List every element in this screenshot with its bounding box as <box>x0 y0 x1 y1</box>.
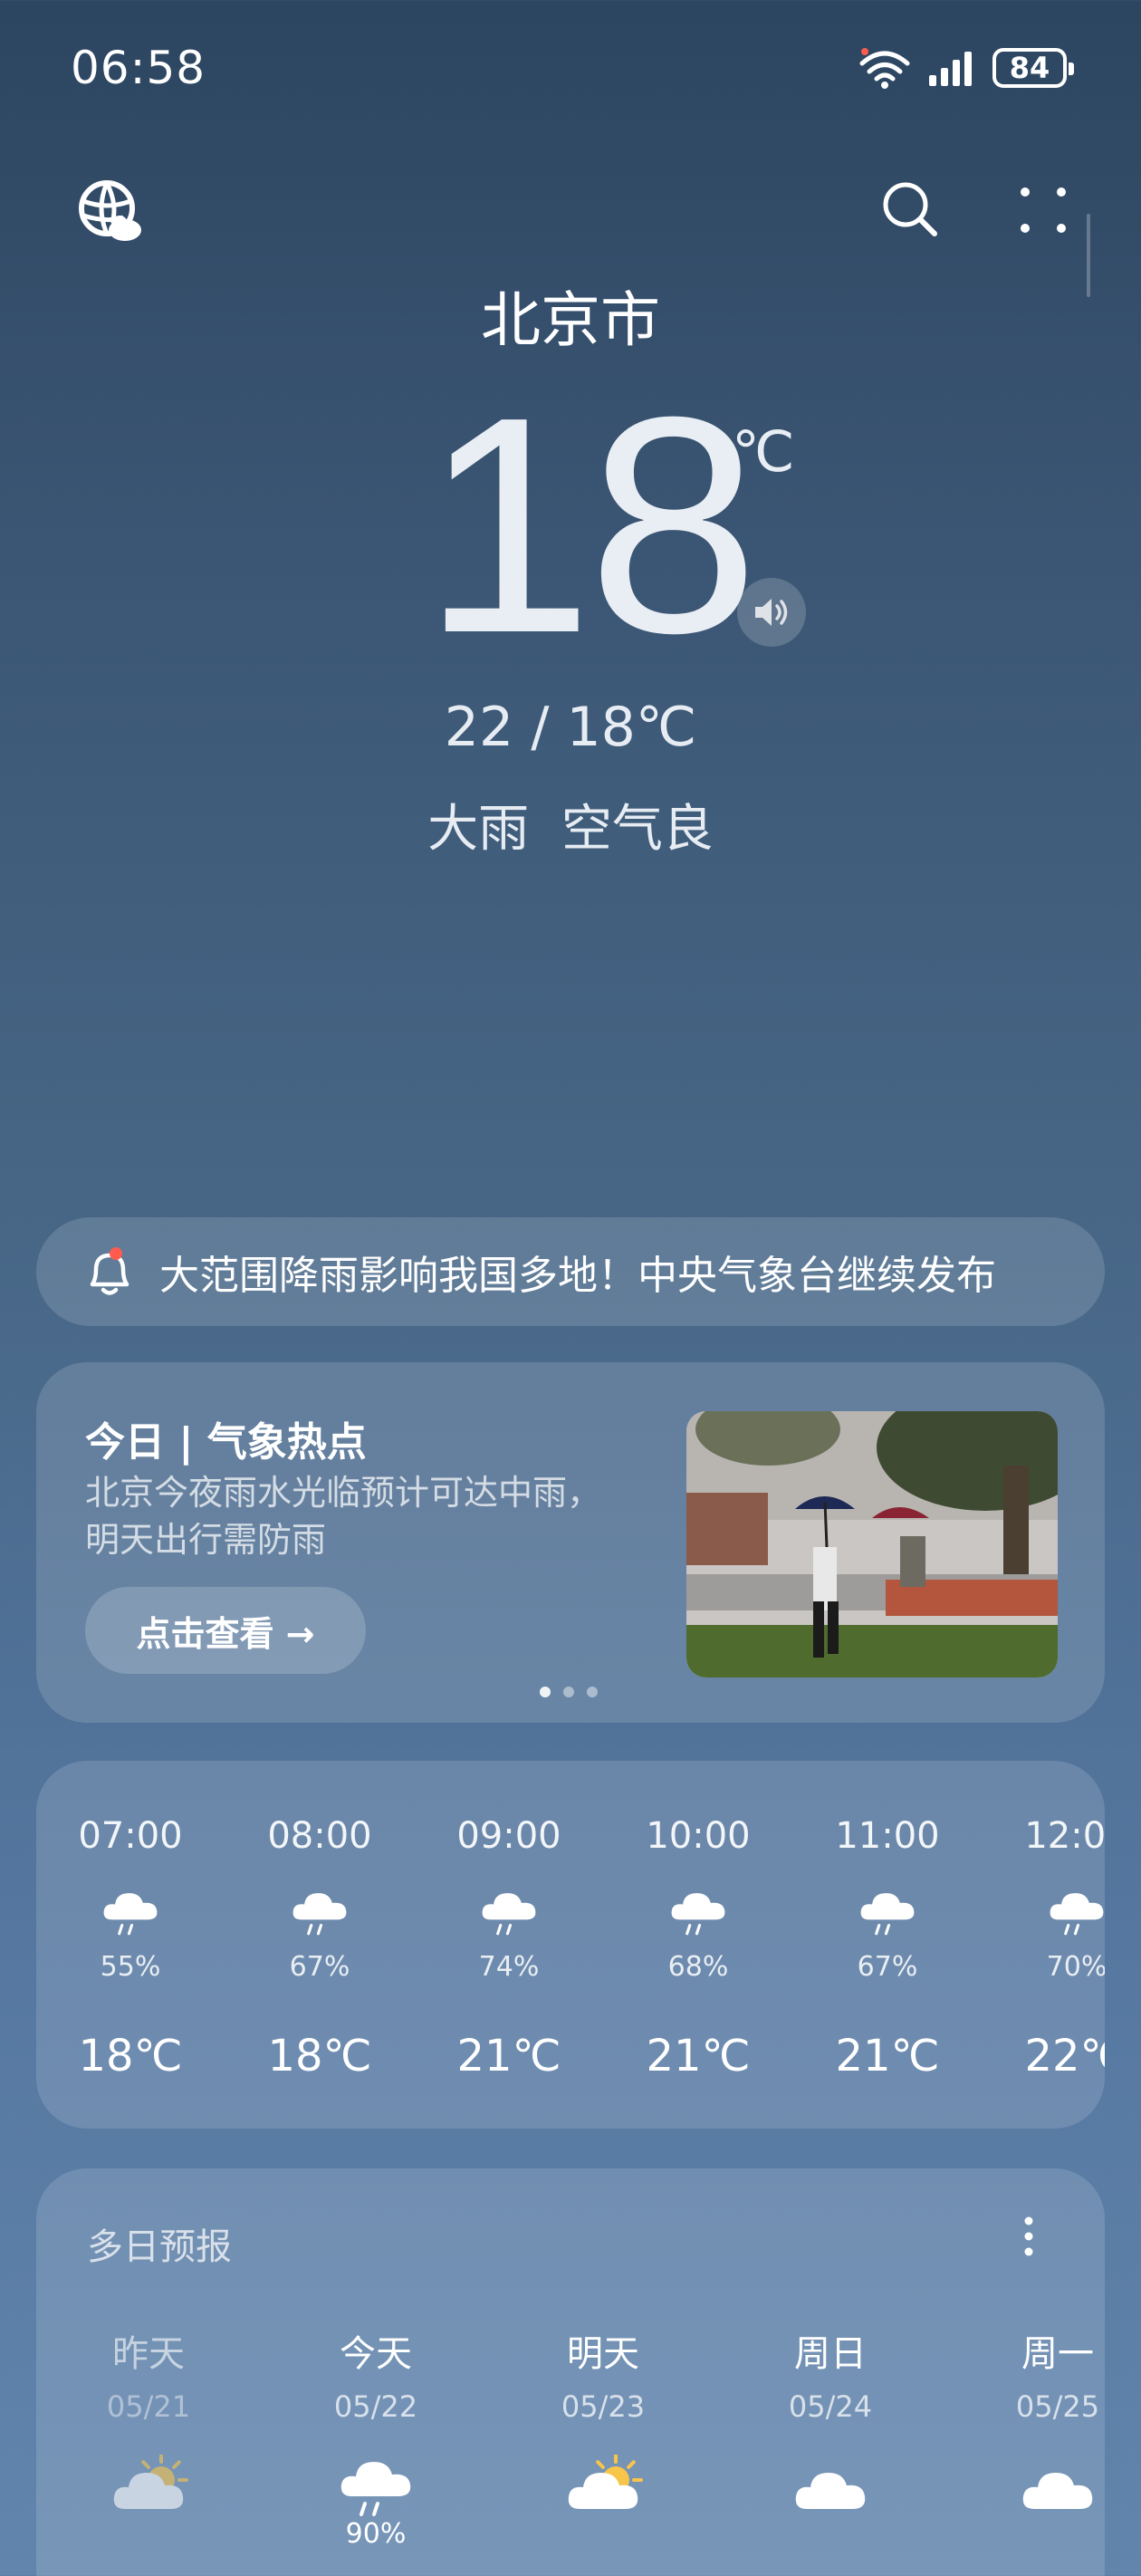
daily-forecast-card[interactable]: 多日预报 昨天 05/21 今天 05/22 90% 明天 05/23 周日 05/24 周一 05… <box>36 2168 1105 2576</box>
daily-item[interactable]: 明天 05/23 <box>513 2168 694 2576</box>
hour-time: 08:00 <box>267 1815 372 1857</box>
day-date: 05/21 <box>106 2389 191 2424</box>
hourly-item[interactable]: 09:00 74% 21℃ <box>427 1761 590 2129</box>
daily-item[interactable]: 周日 05/24 <box>740 2168 921 2576</box>
status-icons: 84 <box>857 47 1074 89</box>
hour-time: 09:00 <box>456 1815 561 1857</box>
temperature-unit: ℃ <box>732 418 795 485</box>
view-details-button[interactable]: 点击查看 → <box>85 1587 366 1674</box>
hour-temperature: 21℃ <box>456 2031 561 2081</box>
current-temperature: 18 <box>422 353 759 697</box>
hot-topic-title: 今日 | 气象热点 <box>85 1419 367 1466</box>
hour-temperature: 21℃ <box>646 2031 751 2081</box>
cloud-icon <box>795 2473 866 2509</box>
hourly-item[interactable]: 10:00 68% 21℃ <box>617 1761 780 2129</box>
rain-cloud-icon <box>340 2462 411 2516</box>
day-precipitation: 90% <box>345 2518 407 2550</box>
speaker-button[interactable] <box>737 578 806 647</box>
daily-item[interactable]: 今天 05/22 90% <box>285 2168 466 2576</box>
hour-precipitation: 70% <box>1046 1951 1105 1983</box>
hour-temperature: 18℃ <box>78 2031 183 2081</box>
hour-precipitation: 68% <box>667 1951 729 1983</box>
hour-temperature: 18℃ <box>267 2031 372 2081</box>
hourly-item[interactable]: 12:00 70% 22℃ <box>995 1761 1105 2129</box>
status-time: 06:58 <box>71 42 206 94</box>
day-name: 今天 <box>340 2333 412 2375</box>
rain-news-photo[interactable] <box>686 1411 1058 1677</box>
carousel-indicator <box>540 1687 598 1697</box>
day-name: 明天 <box>567 2333 639 2375</box>
signal-icon <box>929 52 972 86</box>
hour-time: 12:00 <box>1024 1815 1105 1857</box>
hour-precipitation: 67% <box>857 1951 918 1983</box>
daily-item[interactable]: 周一 05/25 <box>967 2168 1105 2576</box>
hourly-forecast-card[interactable]: 07:00 55% 18℃ 08:00 67% 18℃ 09:00 74% 21℃ 10:00 68… <box>36 1761 1105 2129</box>
hot-topic-description: 北京今夜雨水光临预计可达中雨，明天出行需防雨 <box>85 1473 602 1560</box>
rain-cloud-icon <box>103 1893 158 1936</box>
hour-temperature: 22℃ <box>1024 2031 1106 2081</box>
day-date: 05/23 <box>561 2389 646 2424</box>
wifi-icon <box>859 48 910 89</box>
hour-precipitation: 74% <box>478 1951 540 1983</box>
day-name: 昨天 <box>112 2333 185 2375</box>
air-quality[interactable]: 空气良 <box>561 800 714 859</box>
carousel-dot[interactable] <box>540 1687 551 1697</box>
partly-cloudy-icon <box>113 2455 188 2509</box>
carousel-dot[interactable] <box>587 1687 598 1697</box>
hot-topic-card[interactable]: 今日 | 气象热点 北京今夜雨水光临预计可达中雨，明天出行需防雨 点击查看 → <box>36 1362 1105 1723</box>
hour-time: 11:00 <box>835 1815 940 1857</box>
rain-cloud-icon <box>860 1893 915 1936</box>
hourly-item[interactable]: 11:00 67% 21℃ <box>806 1761 969 2129</box>
speaker-icon <box>755 599 788 626</box>
battery-indicator: 84 <box>992 48 1074 88</box>
rain-cloud-icon <box>671 1893 725 1936</box>
globe-location-icon[interactable] <box>76 178 143 245</box>
weather-condition: 大雨 <box>427 800 530 859</box>
hourly-item[interactable]: 07:00 55% 18℃ <box>49 1761 212 2129</box>
hour-time: 10:00 <box>646 1815 751 1857</box>
daily-item[interactable]: 昨天 05/21 <box>58 2168 239 2576</box>
hour-precipitation: 67% <box>289 1951 350 1983</box>
weather-alert-banner[interactable]: 大范围降雨影响我国多地！中央气象台继续发布 <box>36 1217 1105 1326</box>
temperature-range: 22 / 18℃ <box>444 696 697 759</box>
rain-cloud-icon <box>1050 1893 1104 1936</box>
cloud-icon <box>1022 2473 1093 2509</box>
day-name: 周一 <box>1021 2333 1094 2375</box>
rain-cloud-icon <box>482 1893 536 1936</box>
condition-summary: 大雨 空气良 <box>0 788 1141 861</box>
bell-alert-icon <box>90 1247 129 1295</box>
carousel-dot[interactable] <box>563 1687 574 1697</box>
city-name[interactable]: 北京市 <box>0 272 1141 359</box>
day-date: 05/24 <box>788 2389 873 2424</box>
hourly-item[interactable]: 08:00 67% 18℃ <box>238 1761 401 2129</box>
partly-cloudy-icon <box>568 2455 643 2509</box>
day-name: 周日 <box>794 2333 867 2375</box>
hour-temperature: 21℃ <box>835 2031 940 2081</box>
more-grid-icon[interactable] <box>1018 185 1069 235</box>
hour-precipitation: 55% <box>100 1951 161 1983</box>
alert-text: 大范围降雨影响我国多地！中央气象台继续发布 <box>159 1253 996 1299</box>
day-date: 05/22 <box>333 2389 418 2424</box>
rain-cloud-icon <box>292 1893 347 1936</box>
hour-time: 07:00 <box>78 1815 183 1857</box>
day-date: 05/25 <box>1015 2389 1100 2424</box>
search-icon[interactable] <box>880 179 940 239</box>
